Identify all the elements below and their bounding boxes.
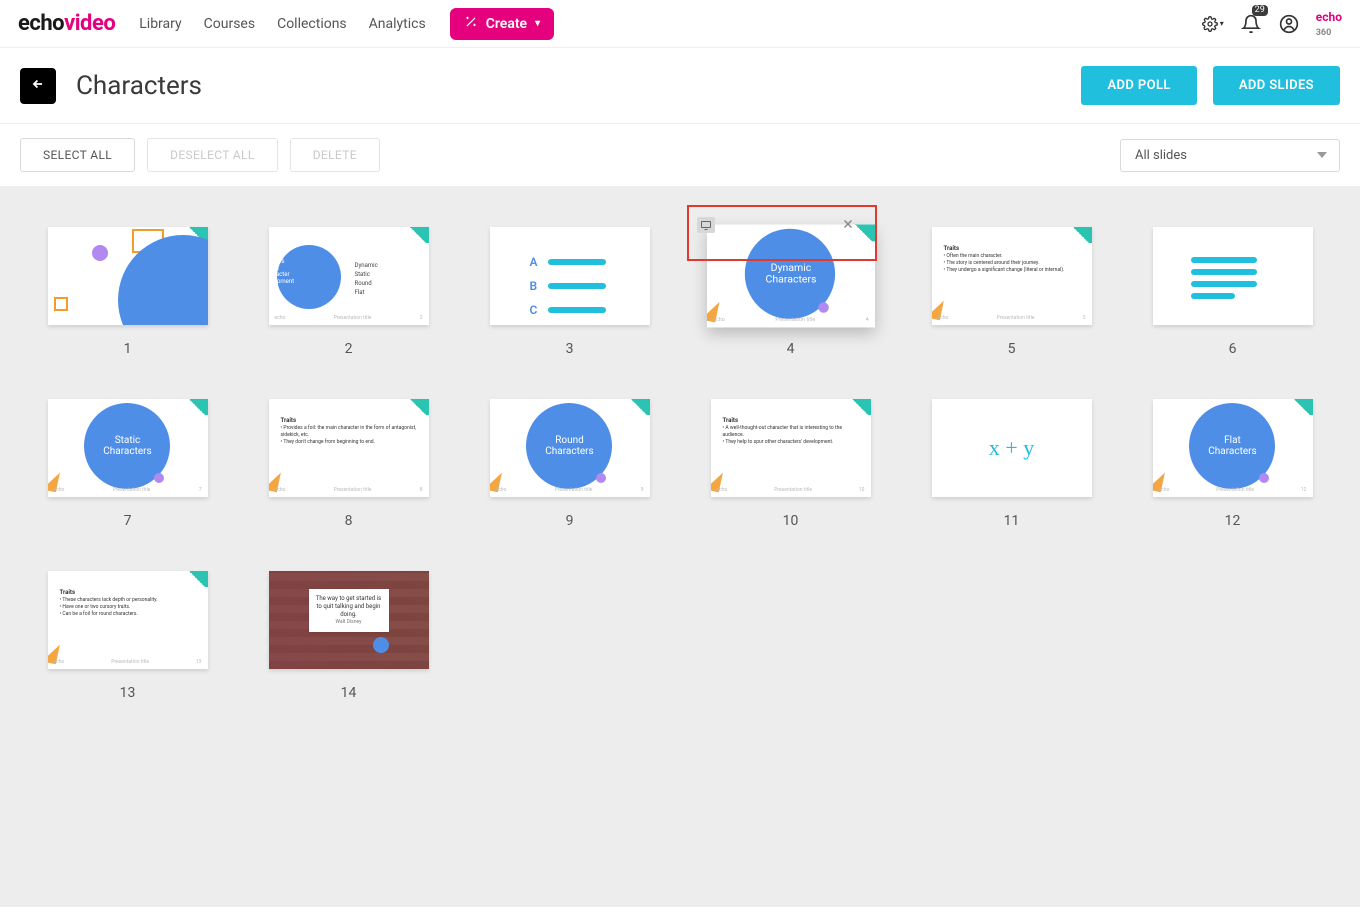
slide-card: DynamicCharacters echoPresentation title… (695, 227, 886, 357)
nav-collections[interactable]: Collections (277, 16, 347, 32)
slide-card: ABC 3 (474, 227, 665, 357)
slide-thumbnail[interactable]: Traits• Often the main character.• The s… (932, 227, 1092, 325)
bell-icon[interactable]: 29 (1240, 13, 1262, 35)
slide-card: FlatCharacters echoPresentation title12 1… (1137, 399, 1328, 529)
slide-thumbnail[interactable]: ABC (490, 227, 650, 325)
slide-number: 3 (566, 341, 574, 357)
slide-card: x + y 11 (916, 399, 1107, 529)
slide-card: Traits• Provides a foil: the main charac… (253, 399, 444, 529)
wand-icon (464, 15, 478, 33)
deselect-all-button: DESELECT ALL (147, 138, 278, 172)
slide-thumbnail[interactable]: Characters (48, 227, 208, 325)
arrow-left-icon (29, 76, 47, 95)
top-nav: echovideo Library Courses Collections An… (0, 0, 1360, 48)
close-icon[interactable] (841, 216, 855, 235)
slide-thumbnail[interactable]: DynamicCharacters echoPresentation title… (707, 225, 875, 328)
slide-number: 8 (345, 513, 353, 529)
slide-filter-select[interactable]: All slides (1120, 139, 1340, 172)
slide-number: 4 (787, 341, 795, 357)
slide-number: 13 (120, 685, 136, 701)
brand-left: echo (18, 11, 64, 36)
slide-thumbnail[interactable]: Traits• Provides a foil: the main charac… (269, 399, 429, 497)
caret-down-icon: ▾ (1220, 19, 1224, 28)
slide-card: 6 (1137, 227, 1328, 357)
slide-thumbnail[interactable]: RoundCharacters echoPresentation title9 (490, 399, 650, 497)
slide-thumbnail[interactable]: x + y (932, 399, 1092, 497)
slide-thumbnail[interactable]: Traits• These characters lack depth or p… (48, 571, 208, 669)
add-poll-button[interactable]: ADD POLL (1081, 66, 1196, 105)
echo360-sub: 360 (1316, 28, 1332, 38)
create-label: Create (486, 16, 527, 32)
slide-card: Traits• Often the main character.• The s… (916, 227, 1107, 357)
slide-number: 2 (345, 341, 353, 357)
slide-number: 5 (1008, 341, 1016, 357)
slide-thumbnail[interactable]: Traits• A well-thought-out character tha… (711, 399, 871, 497)
echo360-text: echo (1316, 10, 1342, 24)
action-bar: SELECT ALL DESELECT ALL DELETE All slide… (0, 124, 1360, 187)
slide-number: 10 (783, 513, 799, 529)
title-right-buttons: ADD POLL ADD SLIDES (1081, 66, 1340, 105)
slide-number: 6 (1229, 341, 1237, 357)
brand-right: video (64, 11, 115, 36)
header-right-icons: ▾ 29 echo 360 (1202, 10, 1342, 38)
add-slides-button[interactable]: ADD SLIDES (1213, 66, 1340, 105)
slide-card: TypesofCharacterDevelopment DynamicStati… (253, 227, 444, 357)
slide-thumbnail[interactable] (1153, 227, 1313, 325)
slide-number: 9 (566, 513, 574, 529)
slide-gallery: Characters 1 TypesofCharacterDevelopment … (0, 187, 1360, 907)
echo360-logo[interactable]: echo 360 (1316, 10, 1342, 38)
brand-logo[interactable]: echovideo (18, 11, 115, 36)
slide-thumbnail[interactable]: StaticCharacters echoPresentation title7 (48, 399, 208, 497)
slide-number: 7 (124, 513, 132, 529)
slide-card: Traits• A well-thought-out character tha… (695, 399, 886, 529)
nav-analytics[interactable]: Analytics (369, 16, 426, 32)
slide-number: 11 (1004, 513, 1020, 529)
page-title: Characters (76, 71, 202, 101)
gear-icon[interactable]: ▾ (1202, 13, 1224, 35)
nav-library[interactable]: Library (139, 16, 181, 32)
slide-action-bar (691, 213, 861, 237)
slide-card: StaticCharacters echoPresentation title7… (32, 399, 223, 529)
title-bar: Characters ADD POLL ADD SLIDES (0, 48, 1360, 124)
slide-number: 1 (124, 341, 132, 357)
slide-card: Characters 1 (32, 227, 223, 357)
back-button[interactable] (20, 68, 56, 104)
chevron-down-icon: ▾ (535, 18, 540, 29)
user-icon[interactable] (1278, 13, 1300, 35)
select-all-button[interactable]: SELECT ALL (20, 138, 135, 172)
slide-thumbnail[interactable]: FlatCharacters echoPresentation title12 (1153, 399, 1313, 497)
nav-links: Library Courses Collections Analytics (139, 16, 425, 32)
slide-number: 12 (1225, 513, 1241, 529)
notification-badge: 29 (1252, 5, 1268, 16)
slide-card: RoundCharacters echoPresentation title9 9 (474, 399, 665, 529)
slide-thumbnail[interactable]: TypesofCharacterDevelopment DynamicStati… (269, 227, 429, 325)
present-icon[interactable] (697, 217, 715, 233)
slide-number: 14 (341, 685, 357, 701)
nav-courses[interactable]: Courses (204, 16, 255, 32)
delete-button: DELETE (290, 138, 380, 172)
slide-card: Traits• These characters lack depth or p… (32, 571, 223, 701)
slide-thumbnail[interactable]: The way to get started is to quit talkin… (269, 571, 429, 669)
slide-card: The way to get started is to quit talkin… (253, 571, 444, 701)
create-button[interactable]: Create ▾ (450, 8, 554, 40)
